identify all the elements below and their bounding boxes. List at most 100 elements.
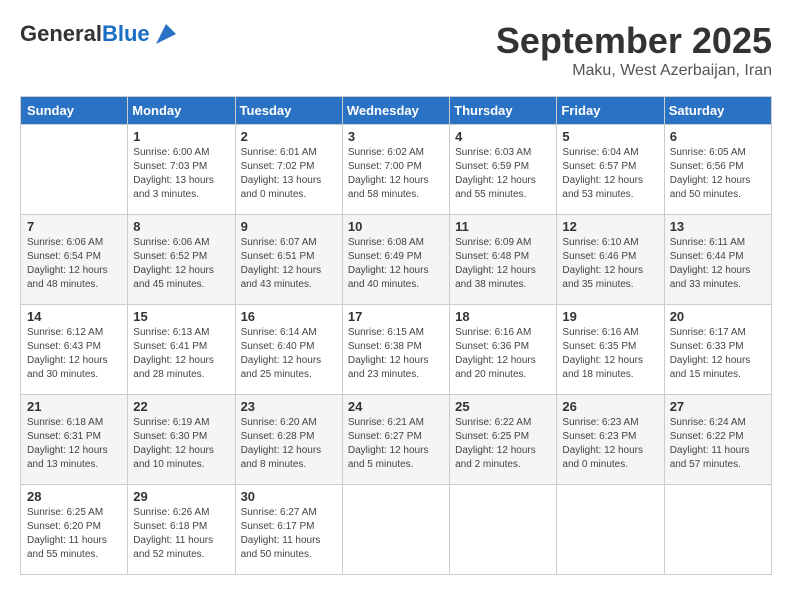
day-number: 21 — [27, 399, 122, 414]
logo: GeneralBlue — [20, 20, 180, 48]
calendar-header-row: SundayMondayTuesdayWednesdayThursdayFrid… — [21, 97, 772, 125]
day-number: 8 — [133, 219, 229, 234]
cell-text: Sunrise: 6:14 AM Sunset: 6:40 PM Dayligh… — [241, 326, 337, 382]
calendar-cell: 10Sunrise: 6:08 AM Sunset: 6:49 PM Dayli… — [342, 215, 449, 305]
cell-text: Sunrise: 6:26 AM Sunset: 6:18 PM Dayligh… — [133, 506, 229, 562]
calendar-cell: 21Sunrise: 6:18 AM Sunset: 6:31 PM Dayli… — [21, 395, 128, 485]
day-number: 7 — [27, 219, 122, 234]
day-number: 24 — [348, 399, 444, 414]
calendar-cell: 23 Sunrise: 6:20 AM Sunset: 6:28 PM Dayli… — [235, 395, 342, 485]
day-number: 17 — [348, 309, 444, 324]
logo-icon — [152, 20, 180, 48]
calendar-cell: 5 Sunrise: 6:04 AM Sunset: 6:57 PM Daylig… — [557, 125, 664, 215]
calendar-cell: 9 Sunrise: 6:07 AM Sunset: 6:51 PM Daylig… — [235, 215, 342, 305]
cell-text: Sunrise: 6:16 AM Sunset: 6:35 PM Dayligh… — [562, 326, 658, 382]
calendar-cell: 8 Sunrise: 6:06 AM Sunset: 6:52 PM Daylig… — [128, 215, 235, 305]
calendar-cell: 19Sunrise: 6:16 AM Sunset: 6:35 PM Dayli… — [557, 305, 664, 395]
cell-text: Sunrise: 6:20 AM Sunset: 6:28 PM Dayligh… — [241, 416, 337, 472]
cell-text: Sunrise: 6:03 AM Sunset: 6:59 PM Dayligh… — [455, 146, 551, 202]
location: Maku, West Azerbaijan, Iran — [496, 62, 772, 80]
day-number: 16 — [241, 309, 337, 324]
day-number: 6 — [670, 129, 766, 144]
cell-text: Sunrise: 6:11 AM Sunset: 6:44 PM Dayligh… — [670, 236, 766, 292]
day-number: 23 — [241, 399, 337, 414]
cell-text: Sunrise: 6:13 AM Sunset: 6:41 PM Dayligh… — [133, 326, 229, 382]
header-sunday: Sunday — [21, 97, 128, 125]
calendar-week-4: 21Sunrise: 6:18 AM Sunset: 6:31 PM Dayli… — [21, 395, 772, 485]
day-number: 14 — [27, 309, 122, 324]
calendar-cell: 4 Sunrise: 6:03 AM Sunset: 6:59 PM Daylig… — [450, 125, 557, 215]
cell-text: Sunrise: 6:10 AM Sunset: 6:46 PM Dayligh… — [562, 236, 658, 292]
day-number: 5 — [562, 129, 658, 144]
title-block: September 2025 Maku, West Azerbaijan, Ir… — [496, 20, 772, 80]
calendar-cell — [557, 485, 664, 575]
calendar-cell — [664, 485, 771, 575]
calendar-cell: 25 Sunrise: 6:22 AM Sunset: 6:25 PM Dayli… — [450, 395, 557, 485]
calendar-cell: 30Sunrise: 6:27 AM Sunset: 6:17 PM Dayli… — [235, 485, 342, 575]
day-number: 1 — [133, 129, 229, 144]
calendar-cell: 29 Sunrise: 6:26 AM Sunset: 6:18 PM Dayli… — [128, 485, 235, 575]
calendar-cell: 28 Sunrise: 6:25 AM Sunset: 6:20 PM Dayli… — [21, 485, 128, 575]
header-monday: Monday — [128, 97, 235, 125]
cell-text: Sunrise: 6:12 AM Sunset: 6:43 PM Dayligh… — [27, 326, 122, 382]
header-tuesday: Tuesday — [235, 97, 342, 125]
calendar-week-1: 1 Sunrise: 6:00 AM Sunset: 7:03 PM Daylig… — [21, 125, 772, 215]
day-number: 29 — [133, 489, 229, 504]
cell-text: Sunrise: 6:17 AM Sunset: 6:33 PM Dayligh… — [670, 326, 766, 382]
calendar-cell: 13 Sunrise: 6:11 AM Sunset: 6:44 PM Dayli… — [664, 215, 771, 305]
cell-text: Sunrise: 6:19 AM Sunset: 6:30 PM Dayligh… — [133, 416, 229, 472]
day-number: 13 — [670, 219, 766, 234]
cell-text: Sunrise: 6:23 AM Sunset: 6:23 PM Dayligh… — [562, 416, 658, 472]
cell-text: Sunrise: 6:07 AM Sunset: 6:51 PM Dayligh… — [241, 236, 337, 292]
calendar-cell: 2Sunrise: 6:01 AM Sunset: 7:02 PM Daylig… — [235, 125, 342, 215]
day-number: 25 — [455, 399, 551, 414]
calendar-cell: 26 Sunrise: 6:23 AM Sunset: 6:23 PM Dayli… — [557, 395, 664, 485]
cell-text: Sunrise: 6:05 AM Sunset: 6:56 PM Dayligh… — [670, 146, 766, 202]
calendar-cell: 15Sunrise: 6:13 AM Sunset: 6:41 PM Dayli… — [128, 305, 235, 395]
header-wednesday: Wednesday — [342, 97, 449, 125]
day-number: 22 — [133, 399, 229, 414]
calendar-cell: 24 Sunrise: 6:21 AM Sunset: 6:27 PM Dayli… — [342, 395, 449, 485]
cell-text: Sunrise: 6:06 AM Sunset: 6:54 PM Dayligh… — [27, 236, 122, 292]
cell-text: Sunrise: 6:22 AM Sunset: 6:25 PM Dayligh… — [455, 416, 551, 472]
cell-text: Sunrise: 6:24 AM Sunset: 6:22 PM Dayligh… — [670, 416, 766, 472]
calendar-cell: 11Sunrise: 6:09 AM Sunset: 6:48 PM Dayli… — [450, 215, 557, 305]
cell-text: Sunrise: 6:02 AM Sunset: 7:00 PM Dayligh… — [348, 146, 444, 202]
cell-text: Sunrise: 6:21 AM Sunset: 6:27 PM Dayligh… — [348, 416, 444, 472]
calendar-cell: 16 Sunrise: 6:14 AM Sunset: 6:40 PM Dayli… — [235, 305, 342, 395]
day-number: 4 — [455, 129, 551, 144]
calendar-cell: 17 Sunrise: 6:15 AM Sunset: 6:38 PM Dayli… — [342, 305, 449, 395]
calendar-cell: 18Sunrise: 6:16 AM Sunset: 6:36 PM Dayli… — [450, 305, 557, 395]
cell-text: Sunrise: 6:27 AM Sunset: 6:17 PM Dayligh… — [241, 506, 337, 562]
calendar-cell: 3Sunrise: 6:02 AM Sunset: 7:00 PM Daylig… — [342, 125, 449, 215]
calendar-week-2: 7 Sunrise: 6:06 AM Sunset: 6:54 PM Daylig… — [21, 215, 772, 305]
day-number: 9 — [241, 219, 337, 234]
cell-text: Sunrise: 6:00 AM Sunset: 7:03 PM Dayligh… — [133, 146, 229, 202]
calendar-cell: 27 Sunrise: 6:24 AM Sunset: 6:22 PM Dayli… — [664, 395, 771, 485]
cell-text: Sunrise: 6:08 AM Sunset: 6:49 PM Dayligh… — [348, 236, 444, 292]
cell-text: Sunrise: 6:15 AM Sunset: 6:38 PM Dayligh… — [348, 326, 444, 382]
day-number: 27 — [670, 399, 766, 414]
day-number: 26 — [562, 399, 658, 414]
cell-text: Sunrise: 6:04 AM Sunset: 6:57 PM Dayligh… — [562, 146, 658, 202]
cell-text: Sunrise: 6:16 AM Sunset: 6:36 PM Dayligh… — [455, 326, 551, 382]
logo-general-text: General — [20, 21, 102, 46]
calendar-cell: 14 Sunrise: 6:12 AM Sunset: 6:43 PM Dayli… — [21, 305, 128, 395]
calendar-week-3: 14 Sunrise: 6:12 AM Sunset: 6:43 PM Dayli… — [21, 305, 772, 395]
calendar-cell: 7 Sunrise: 6:06 AM Sunset: 6:54 PM Daylig… — [21, 215, 128, 305]
day-number: 2 — [241, 129, 337, 144]
day-number: 28 — [27, 489, 122, 504]
cell-text: Sunrise: 6:06 AM Sunset: 6:52 PM Dayligh… — [133, 236, 229, 292]
calendar-cell: 6 Sunrise: 6:05 AM Sunset: 6:56 PM Daylig… — [664, 125, 771, 215]
day-number: 12 — [562, 219, 658, 234]
cell-text: Sunrise: 6:25 AM Sunset: 6:20 PM Dayligh… — [27, 506, 122, 562]
calendar-cell: 20Sunrise: 6:17 AM Sunset: 6:33 PM Dayli… — [664, 305, 771, 395]
header-thursday: Thursday — [450, 97, 557, 125]
header-friday: Friday — [557, 97, 664, 125]
day-number: 11 — [455, 219, 551, 234]
calendar-cell: 12 Sunrise: 6:10 AM Sunset: 6:46 PM Dayli… — [557, 215, 664, 305]
header-saturday: Saturday — [664, 97, 771, 125]
calendar-table: SundayMondayTuesdayWednesdayThursdayFrid… — [20, 96, 772, 575]
logo-blue-text: Blue — [102, 21, 150, 46]
calendar-cell — [342, 485, 449, 575]
